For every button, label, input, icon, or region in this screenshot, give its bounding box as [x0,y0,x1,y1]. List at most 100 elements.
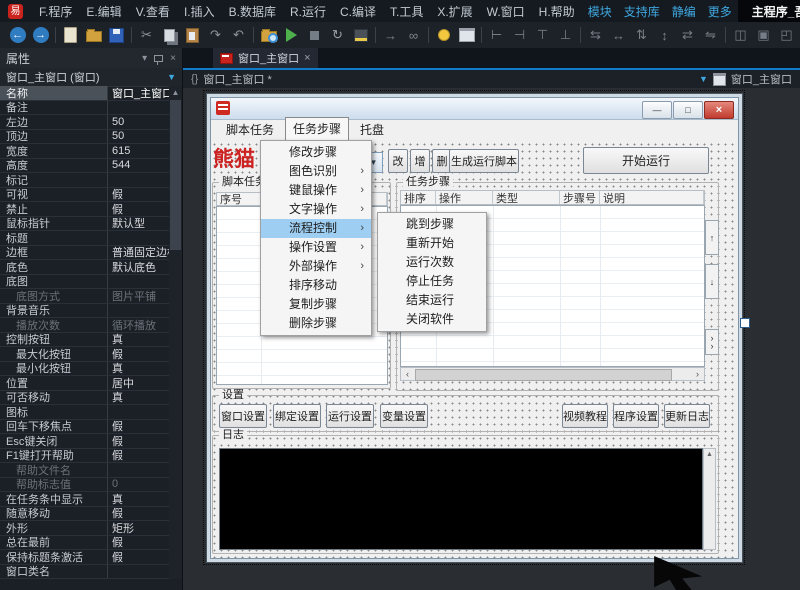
settings-button[interactable]: 更新日志 [664,404,710,428]
column-header[interactable]: 类型 [493,191,560,204]
property-value[interactable]: 0 [108,478,170,490]
property-value[interactable]: 50 [108,116,170,128]
package-icon[interactable] [349,25,372,45]
settings-button[interactable]: 运行设置 [326,404,374,428]
property-row[interactable]: 名称窗口_主窗口… [0,86,170,101]
run-icon[interactable] [280,25,303,45]
center-vertical-icon[interactable]: ↕ [653,25,676,45]
tab-close-icon[interactable]: × [304,52,310,64]
property-row[interactable]: 宽度 615 [0,144,170,159]
object-selector[interactable]: 窗口_主窗口 (窗口) ▼ [0,68,182,87]
submenu-item[interactable]: 重新开始 [378,234,486,253]
minimize-button[interactable]: — [642,101,672,119]
edit-step-button[interactable]: 改 [388,149,408,173]
form-menu-tab[interactable]: 托盘 [353,119,391,141]
align-left-icon[interactable]: ⊢ [485,25,508,45]
step-jump-button[interactable]: › › [705,329,719,355]
generate-script-button[interactable]: 生成运行脚本 [449,149,519,173]
settings-button[interactable]: 程序设置 [613,404,659,428]
context-menu-item[interactable]: 修改步骤 [261,143,371,162]
property-row[interactable]: 左边 50 [0,115,170,130]
tip-bulb-icon[interactable] [432,25,455,45]
settings-button[interactable]: 视频教程 [562,404,608,428]
column-header[interactable]: 排序 [401,191,436,204]
close-button[interactable]: × [704,101,734,119]
property-value[interactable]: 假 [108,447,170,463]
close-icon[interactable]: × [170,53,176,64]
align-bottom-icon[interactable]: ⊥ [554,25,577,45]
grid-icon[interactable]: ◰ [775,25,798,45]
scrollbar-thumb[interactable] [415,369,672,381]
property-row[interactable]: 保持标题条激活假 [0,550,170,565]
undo-icon[interactable]: ↶ [227,25,250,45]
menu-item[interactable]: H.帮助 [532,3,582,20]
context-menu-item[interactable]: 操作设置 › [261,238,371,257]
submenu-item[interactable]: 运行次数 [378,253,486,272]
restart-icon[interactable]: ↻ [326,25,349,45]
property-value[interactable]: 50 [108,130,170,142]
redo-icon[interactable]: ↷ [204,25,227,45]
app-logo-icon[interactable]: 易 [8,3,23,19]
stop-icon[interactable] [303,25,326,45]
property-value[interactable]: 默认底色 [108,259,170,275]
menu-link[interactable]: 模块 [582,3,618,20]
menu-item[interactable]: T.工具 [383,3,430,20]
column-header[interactable]: 序号 [217,193,261,205]
submenu-item[interactable]: 跳到步骤 [378,215,486,234]
property-row[interactable]: 顶边 50 [0,129,170,144]
new-file-icon[interactable] [59,25,82,45]
context-menu-item[interactable]: 删除步骤 [261,314,371,333]
log-textbox[interactable] [219,448,703,550]
menu-item[interactable]: F.程序 [32,3,79,20]
start-run-button[interactable]: 开始运行 [583,147,709,174]
property-value[interactable]: 真 [108,389,170,405]
edit-step-button[interactable]: 增 [410,149,430,173]
goto-icon[interactable]: → [379,25,402,45]
open-folder-icon[interactable] [82,25,105,45]
dropdown-arrow-icon[interactable]: ▼ [699,74,708,84]
context-menu-item[interactable]: 复制步骤 [261,295,371,314]
chevron-down-icon[interactable]: ▾ [142,53,147,64]
context-menu-item[interactable]: 文字操作 › [261,200,371,219]
same-width-icon[interactable]: ⇄ [676,25,699,45]
scroll-left-icon[interactable]: ‹ [401,368,414,380]
menu-link[interactable]: 支持库 [618,3,666,20]
column-header[interactable]: 说明 [600,191,704,204]
menu-item[interactable]: B.数据库 [222,3,283,20]
property-row[interactable]: 可否移动真 [0,389,170,405]
properties-scrollbar[interactable]: ▲ [169,86,182,579]
tab-window-main[interactable]: 窗口_主窗口 × [213,48,318,68]
submenu-item[interactable]: 关闭软件 [378,310,486,329]
menu-item[interactable]: V.查看 [129,3,177,20]
steps-hscrollbar[interactable]: ‹ › [400,367,705,381]
settings-button[interactable]: 窗口设置 [219,404,267,428]
log-scrollbar[interactable]: ▲ [703,448,716,550]
submenu-item[interactable]: 停止任务 [378,272,486,291]
height-tool-icon[interactable]: ▣ [752,25,775,45]
property-value[interactable]: 窗口_主窗口… [108,86,170,101]
menu-item[interactable]: X.扩展 [430,3,479,20]
property-row[interactable]: 备注 [0,100,170,115]
context-menu-item[interactable]: 排序移动 [261,276,371,295]
menu-item[interactable]: W.窗口 [480,3,532,20]
context-menu-item[interactable]: 图色识别 › [261,162,371,181]
column-header[interactable]: 操作 [436,191,493,204]
maximize-button[interactable]: □ [673,101,703,119]
form-menu-tab[interactable]: 任务步骤 [285,117,350,141]
submenu-item[interactable]: 结束运行 [378,291,486,310]
link-icon[interactable]: ∞ [402,25,425,45]
align-top-icon[interactable]: ⊤ [531,25,554,45]
space-across-icon[interactable]: ⇆ [584,25,607,45]
property-row[interactable]: 窗口类名 [0,564,170,579]
space-down-icon[interactable]: ⇅ [630,25,653,45]
menu-item[interactable]: C.编译 [333,3,383,20]
center-horizontal-icon[interactable]: ↔ [607,25,630,45]
scroll-right-icon[interactable]: › [691,368,704,380]
nav-back-icon[interactable]: ← [6,25,29,45]
context-menu-item[interactable]: 流程控制 › [261,219,371,238]
scroll-up-icon[interactable]: ▲ [704,449,715,460]
property-value[interactable]: 默认型 [108,215,170,231]
settings-button[interactable]: 绑定设置 [273,404,321,428]
step-down-button[interactable]: ↓ [705,264,719,299]
menu-item[interactable]: R.运行 [283,3,333,20]
